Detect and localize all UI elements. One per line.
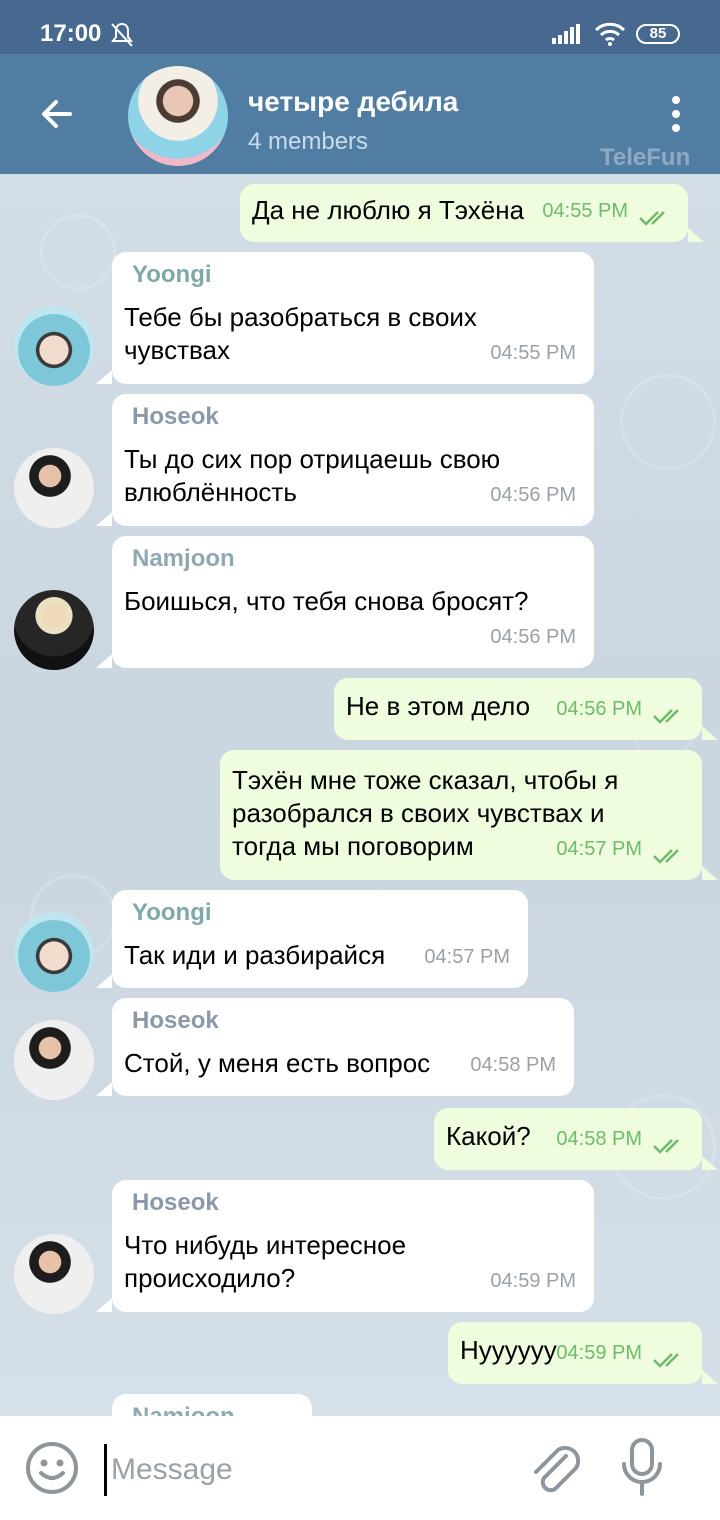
sender-name[interactable]: Namjoon: [124, 542, 594, 575]
message-time: 04:55 PM: [490, 342, 576, 364]
back-arrow-icon[interactable]: [36, 94, 76, 134]
bubble-tail: [96, 1082, 112, 1096]
bubble-tail: [702, 1156, 718, 1170]
outgoing-message[interactable]: Какой? 04:58 PM: [434, 1108, 702, 1170]
incoming-message[interactable]: Hoseok Ты до сих пор отрицаешь свою влюб…: [112, 394, 594, 526]
message-text: Какой?: [446, 1121, 531, 1151]
message-time: 04:59 PM: [556, 1342, 642, 1364]
outgoing-message[interactable]: Не в этом дело 04:56 PM: [334, 678, 702, 740]
double-check-icon: [653, 1353, 679, 1368]
bubble-tail: [96, 512, 112, 526]
double-check-icon: [653, 1139, 679, 1154]
background-doodle: [40, 214, 116, 290]
status-time: 17:00: [40, 20, 102, 47]
double-check-icon: [639, 211, 665, 226]
message-time: 04:57 PM: [556, 838, 642, 860]
bubble-tail: [702, 1370, 718, 1384]
incoming-message[interactable]: Hoseok Стой, у меня есть вопрос 04:58 PM: [112, 998, 574, 1096]
double-check-icon: [653, 849, 679, 864]
avatar-hoseok[interactable]: [14, 1020, 94, 1100]
bubble-tail: [702, 726, 718, 740]
outgoing-message[interactable]: Да не люблю я Тэхёна 04:55 PM: [240, 184, 688, 242]
watermark: TeleFun: [600, 144, 691, 171]
message-text: Боишься, что тебя снова бросят?: [124, 586, 529, 616]
bubble-tail: [96, 654, 112, 668]
avatar-yoongi[interactable]: [14, 912, 94, 992]
incoming-message[interactable]: Yoongi Тебе бы разобраться в своих чувст…: [112, 252, 594, 384]
avatar-namjoon[interactable]: [14, 590, 94, 670]
emoji-icon[interactable]: [24, 1440, 80, 1496]
double-check-icon: [653, 709, 679, 724]
bell-off-icon: [111, 22, 133, 47]
background-doodle: [620, 374, 716, 470]
outgoing-message[interactable]: Тэхён мне тоже сказал, чтобы я разобралс…: [220, 750, 702, 880]
message-time: 04:56 PM: [490, 484, 576, 506]
sender-name[interactable]: Namjoon: [124, 1400, 312, 1416]
message-time: 04:57 PM: [424, 946, 510, 968]
message-text: Не в этом дело: [346, 691, 531, 721]
signal-icon: [552, 24, 580, 44]
message-text: Нуууууу: [460, 1335, 557, 1365]
sender-name[interactable]: Yoongi: [124, 258, 594, 291]
incoming-message[interactable]: Namjoon Боишься, что тебя снова бросят? …: [112, 536, 594, 668]
message-text: Да не люблю я Тэхёна: [252, 195, 525, 225]
battery-indicator: 85: [636, 24, 680, 44]
chat-area[interactable]: Да не люблю я Тэхёна 04:55 PM Yoongi Теб…: [0, 174, 720, 1416]
wifi-icon: [594, 22, 626, 46]
group-member-count: 4 members: [248, 128, 369, 155]
incoming-message[interactable]: Hoseok Что нибудь интересное происходило…: [112, 1180, 594, 1312]
message-text: Тебе бы разобраться в своих чувствах: [124, 302, 477, 365]
message-time: 04:56 PM: [556, 698, 642, 720]
incoming-message[interactable]: Yoongi Так иди и разбирайся 04:57 PM: [112, 890, 528, 988]
avatar-yoongi[interactable]: [14, 306, 94, 386]
status-bar: 17:00 85: [0, 0, 720, 54]
message-text: Что нибудь интересное происходило?: [124, 1230, 407, 1293]
microphone-icon[interactable]: [616, 1436, 668, 1500]
paperclip-icon[interactable]: [526, 1438, 582, 1498]
sender-name[interactable]: Hoseok: [124, 1186, 594, 1219]
message-time: 04:58 PM: [556, 1128, 642, 1150]
sender-name[interactable]: Hoseok: [124, 400, 594, 433]
message-time: 04:56 PM: [490, 626, 576, 648]
sender-name[interactable]: Yoongi: [124, 896, 528, 929]
group-avatar[interactable]: [128, 66, 228, 166]
message-input[interactable]: [104, 1444, 513, 1496]
sender-name[interactable]: Hoseok: [124, 1004, 574, 1037]
bubble-tail: [688, 228, 704, 242]
message-time: 04:59 PM: [490, 1270, 576, 1292]
message-input-bar: [0, 1416, 720, 1520]
avatar-hoseok[interactable]: [14, 448, 94, 528]
bubble-tail: [96, 370, 112, 384]
outgoing-message[interactable]: Нуууууу 04:59 PM: [448, 1322, 702, 1384]
incoming-message[interactable]: Namjoon: [112, 1394, 312, 1416]
more-vert-icon[interactable]: [660, 94, 692, 134]
group-title[interactable]: четыре дебила: [248, 86, 458, 118]
bubble-tail: [96, 1298, 112, 1312]
bubble-tail: [96, 974, 112, 988]
avatar-hoseok[interactable]: [14, 1234, 94, 1314]
message-time: 04:58 PM: [470, 1054, 556, 1076]
bubble-tail: [702, 866, 718, 880]
message-time: 04:55 PM: [542, 200, 628, 222]
